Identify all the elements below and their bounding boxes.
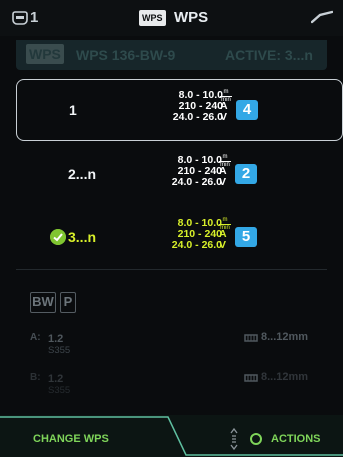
pass-label: 2...n [68,166,97,182]
page-title: WPS [174,9,209,26]
voltage-range: 24.0 - 26.0 [172,111,223,123]
footer-bar: CHANGE WPS ACTIONS [0,415,343,457]
change-wps-button[interactable]: CHANGE WPS [33,433,109,445]
actions-ring-icon [250,433,262,445]
thickness-icon [244,374,258,382]
material-grade: S355 [48,385,71,396]
wire-diameter: 1.2 [48,373,64,385]
wps-icon: WPS [139,10,166,26]
material-b-label: B: [30,372,41,383]
pass-values: 8.0 - 10.0 210 - 240 24.0 - 26.0 [143,90,223,123]
joint-details-b: B: 1.2 S355 8...12mm [16,285,327,405]
active-wps-banner: WPS WPS 136-BW-9 ACTIVE: 3...n [16,40,327,70]
pass-row-2[interactable]: 2...n 8.0 - 10.0 210 - 240 24.0 - 26.0 m… [16,142,343,200]
material-b: 1.2 S355 [48,373,70,397]
voltage-range: 24.0 - 26.0 [171,176,222,188]
thickness-b: 8...12mm [261,371,309,383]
active-pass: ACTIVE: 3...n [225,47,313,63]
pass-count-badge: 5 [235,227,257,247]
pass-values: 8.0 - 10.0 210 - 240 24.0 - 26.0 [142,155,222,188]
scroll-wheel-icon [230,427,238,451]
voltage-unit: V [220,111,228,123]
pass-label: 3...n [68,229,97,245]
divider [16,269,327,270]
wps-badge: WPS [26,44,64,64]
pass-count-badge: 2 [235,164,257,184]
status-bar: 1 WPS WPS [0,0,343,36]
voltage-range: 24.0 - 26.0 [171,239,222,251]
pass-label: 1 [69,102,77,118]
active-check-icon [50,229,66,245]
channel-number: 1 [30,9,39,26]
pass-count-badge: 4 [236,100,258,120]
welding-torch-icon [311,10,333,24]
pass-values: 8.0 - 10.0 210 - 240 24.0 - 26.0 [142,218,222,251]
wps-name: WPS 136-BW-9 [76,47,176,63]
pass-row-1[interactable]: 1 8.0 - 10.0 210 - 240 24.0 - 26.0 m min … [16,79,343,141]
pass-row-3[interactable]: 3...n 8.0 - 10.0 210 - 240 24.0 - 26.0 m… [16,205,343,263]
actions-button[interactable]: ACTIONS [271,433,321,445]
welding-helmet-icon [12,11,28,25]
voltage-unit: V [219,176,227,188]
voltage-unit: V [219,239,227,251]
